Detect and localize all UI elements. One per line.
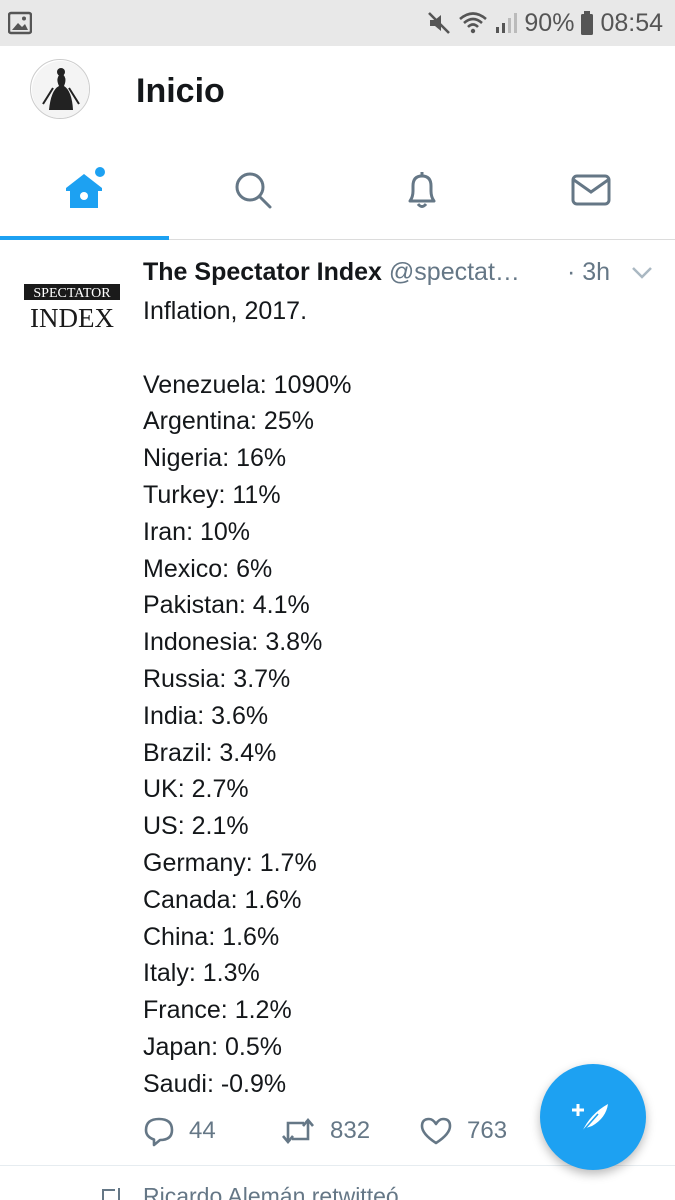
gallery-icon (8, 11, 32, 35)
tweet-line: Brazil: 3.4% (143, 738, 277, 767)
chevron-down-icon[interactable] (631, 266, 653, 280)
tweet-line: Iran: 10% (143, 517, 251, 546)
next-timeline-item[interactable]: Ricardo Alemán retwitteó (0, 1167, 675, 1200)
tweet[interactable]: SPECTATOR INDEX The Spectator Index @spe… (0, 241, 675, 1166)
tab-search[interactable] (169, 140, 338, 239)
tweet-line: Venezuela: 1090% (143, 370, 352, 399)
app-header: Inicio (0, 46, 675, 140)
tweet-line: Japan: 0.5% (143, 1032, 282, 1061)
battery-level: 90% (524, 8, 575, 37)
tweet-line: UK: 2.7% (143, 775, 249, 804)
tweet-time: · 3h (563, 255, 611, 289)
like-count: 763 (467, 1117, 508, 1144)
heart-icon (420, 1117, 452, 1145)
compose-feather-icon (572, 1104, 608, 1133)
retweeted-by-label: Ricardo Alemán retwitteó (143, 1183, 399, 1200)
wifi-icon (459, 12, 488, 34)
retweet-count: 832 (330, 1117, 371, 1144)
tab-home[interactable] (0, 140, 169, 240)
avatar-figure-icon (32, 61, 89, 118)
user-avatar[interactable] (30, 59, 90, 119)
author-handle[interactable]: @spectat… (389, 258, 520, 286)
like-button[interactable]: 763 (419, 1111, 507, 1151)
search-icon (235, 172, 272, 208)
tweet-line: Pakistan: 4.1% (143, 591, 310, 620)
tweet-line: Indonesia: 3.8% (143, 628, 323, 657)
tweet-line: Mexico: 6% (143, 554, 273, 583)
avatar-text-top: SPECTATOR (33, 286, 111, 301)
tweet-line: Inflation, 2017. (143, 297, 308, 325)
tweet-line: India: 3.6% (143, 701, 269, 730)
tweet-line: Canada: 1.6% (143, 885, 302, 914)
retweet-icon (282, 1117, 314, 1145)
bell-icon (408, 171, 436, 208)
tweet-line: China: 1.6% (143, 922, 280, 951)
author-name[interactable]: The Spectator Index (143, 258, 382, 286)
tweet-line: Nigeria: 16% (143, 444, 287, 473)
home-icon (66, 166, 106, 208)
tweet-line: Argentina: 25% (143, 407, 314, 436)
signal-icon (496, 13, 518, 33)
retweet-button[interactable]: 832 (280, 1111, 370, 1151)
tweet-line: Germany: 1.7% (143, 848, 317, 877)
mail-icon (571, 174, 611, 205)
spectator-index-avatar[interactable]: SPECTATOR INDEX (22, 281, 124, 331)
retweet-small-icon (102, 1188, 120, 1200)
tweet-line: Russia: 3.7% (143, 664, 291, 693)
clock: 08:54 (600, 8, 663, 37)
tweet-line: Italy: 1.3% (143, 959, 260, 988)
compose-tweet-button[interactable] (540, 1064, 646, 1170)
tweet-text: Inflation, 2017. Venezuela: 1090% Argentin… (143, 293, 352, 1103)
tab-messages[interactable] (506, 140, 675, 239)
reply-icon (144, 1117, 174, 1147)
tweet-header: The Spectator Index @spectat… (143, 255, 633, 289)
page-title: Inicio (136, 72, 225, 110)
tweet-line: Turkey: 11% (143, 480, 281, 509)
tweet-line: Saudi: -0.9% (143, 1069, 287, 1098)
tab-notifications[interactable] (338, 140, 507, 239)
tweet-line: France: 1.2% (143, 996, 292, 1025)
battery-icon (581, 11, 594, 35)
mute-icon (428, 12, 451, 34)
tab-bar (0, 140, 675, 240)
status-bar: 90% 08:54 (0, 0, 675, 46)
reply-button[interactable]: 44 (143, 1111, 216, 1151)
reply-count: 44 (189, 1117, 216, 1144)
avatar-text-bottom: INDEX (30, 303, 114, 331)
tweet-line: US: 2.1% (143, 812, 249, 841)
